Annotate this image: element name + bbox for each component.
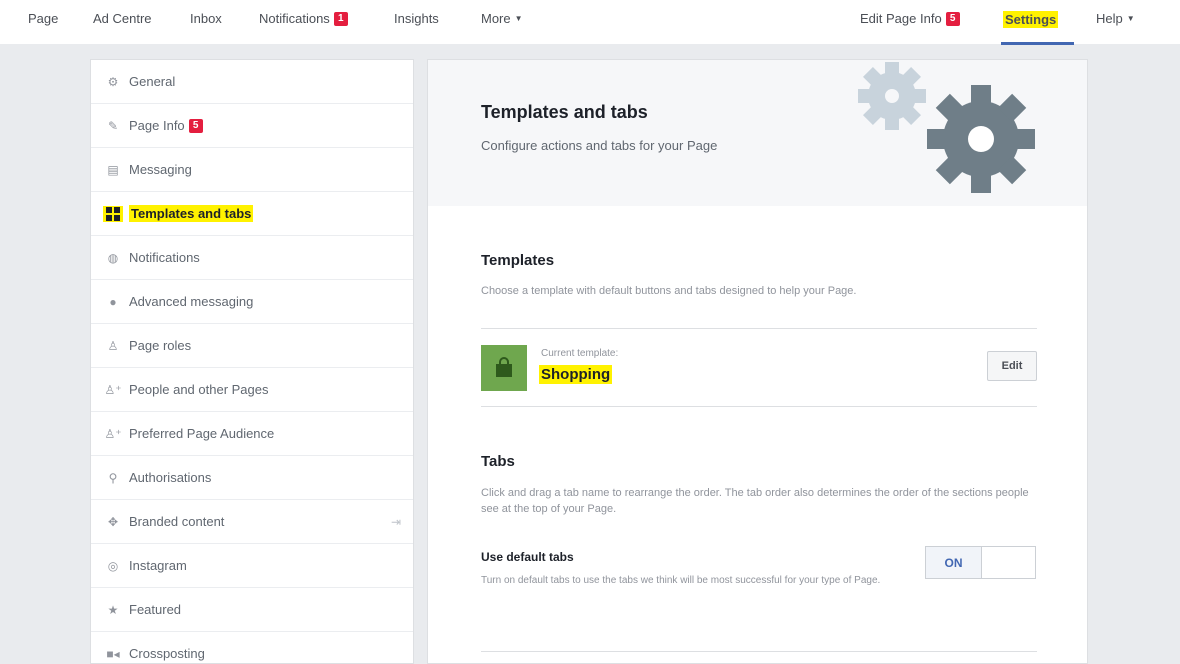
sidebar-item-page-info[interactable]: ✎ Page Info 5 [91, 104, 413, 148]
sidebar-item-instagram[interactable]: ◎ Instagram [91, 544, 413, 588]
sidebar-item-people-and-other-pages[interactable]: ♙⁺ People and other Pages [91, 368, 413, 412]
toggle-state-label: ON [926, 547, 982, 578]
sidebar-item-label: Authorisations [129, 470, 212, 485]
use-default-tabs-toggle[interactable]: ON [925, 546, 1036, 579]
edit-page-info-count-badge: 5 [945, 11, 960, 26]
nav-ad-centre-label: Ad Centre [93, 11, 152, 26]
use-default-tabs-description: Turn on default tabs to use the tabs we … [481, 575, 881, 586]
sidebar-item-label: Preferred Page Audience [129, 426, 275, 441]
use-default-tabs-label: Use default tabs [481, 550, 574, 564]
person-plus-icon: ♙⁺ [104, 426, 122, 441]
page-title: Templates and tabs [481, 102, 648, 122]
chat-bubble-icon: ● [109, 294, 117, 309]
nav-edit-page-info[interactable]: Edit Page Info 5 [860, 11, 960, 26]
nav-insights[interactable]: Insights [394, 11, 439, 26]
sidebar-item-label: General [129, 74, 176, 89]
tabs-section-title: Tabs [481, 453, 515, 470]
current-template-name-wrap: Shopping [539, 365, 613, 384]
nav-inbox-label: Inbox [190, 11, 222, 26]
sidebar-item-messaging[interactable]: ▤ Messaging [91, 148, 413, 192]
sidebar-item-notifications[interactable]: ◍ Notifications [91, 236, 413, 280]
current-template-caption: Current template: [541, 348, 619, 359]
star-icon: ★ [107, 602, 119, 617]
current-template-name: Shopping [539, 365, 613, 384]
tabs-section-description: Click and drag a tab name to rearrange t… [481, 487, 1029, 515]
messaging-icon: ▤ [107, 162, 119, 177]
gear-icon: ⚙ [107, 74, 119, 89]
sidebar-item-label: Featured [129, 602, 182, 617]
handshake-icon: ✥ [107, 514, 119, 529]
video-camera-icon: ■◂ [106, 646, 120, 661]
gear-icon [858, 62, 926, 130]
edit-button-label: Edit [1001, 360, 1023, 372]
nav-help[interactable]: Help ▼ [1096, 11, 1135, 26]
nav-page[interactable]: Page [28, 11, 58, 26]
sidebar-item-label: Notifications [129, 250, 200, 265]
sidebar-item-preferred-page-audience[interactable]: ♙⁺ Preferred Page Audience [91, 412, 413, 456]
sidebar-item-label: Instagram [129, 558, 187, 573]
pencil-icon: ✎ [107, 118, 119, 133]
nav-settings-label: Settings [1003, 11, 1059, 28]
divider [481, 406, 1037, 407]
active-tab-underline [1001, 42, 1074, 45]
page-header: Templates and tabs Configure actions and… [428, 60, 1087, 206]
sidebar-item-label: Templates and tabs [129, 205, 254, 222]
nav-notifications-label: Notifications [259, 11, 330, 26]
sidebar-item-general[interactable]: ⚙ General [91, 60, 413, 104]
divider [481, 651, 1037, 652]
settings-sidebar: ⚙ General ✎ Page Info 5 ▤ Messaging Temp… [90, 59, 414, 664]
page-info-count-badge: 5 [188, 118, 203, 133]
person-icon: ♙ [107, 338, 119, 353]
nav-page-label: Page [28, 11, 59, 26]
nav-settings[interactable]: Settings [1003, 11, 1059, 28]
settings-main-panel: Templates and tabs Configure actions and… [427, 59, 1088, 664]
nav-more[interactable]: More ▼ [481, 11, 523, 26]
sidebar-item-label: Page roles [129, 338, 192, 353]
notifications-count-badge: 1 [333, 11, 348, 26]
edit-template-button[interactable]: Edit [987, 351, 1037, 381]
gear-icon [927, 85, 1035, 193]
templates-section-description: Choose a template with default buttons a… [481, 285, 857, 297]
sidebar-item-authorisations[interactable]: ⚲ Authorisations [91, 456, 413, 500]
wrench-icon: ⚲ [108, 470, 118, 485]
templates-section-title: Templates [481, 252, 555, 269]
nav-more-label: More [481, 11, 511, 26]
globe-icon: ◍ [107, 250, 119, 265]
nav-insights-label: Insights [394, 11, 439, 26]
nav-edit-page-info-label: Edit Page Info [860, 11, 942, 26]
nav-help-label: Help [1096, 11, 1123, 26]
nav-inbox[interactable]: Inbox [190, 11, 222, 26]
nav-ad-centre[interactable]: Ad Centre [93, 11, 152, 26]
sidebar-item-featured[interactable]: ★ Featured [91, 588, 413, 632]
caret-down-icon: ▼ [1126, 14, 1135, 23]
sidebar-item-label: Crossposting [129, 646, 205, 661]
sidebar-item-page-roles[interactable]: ♙ Page roles [91, 324, 413, 368]
sidebar-item-branded-content[interactable]: ✥ Branded content ⇥ [91, 500, 413, 544]
grid-icon [103, 205, 123, 222]
external-link-icon[interactable]: ⇥ [391, 515, 401, 529]
nav-notifications[interactable]: Notifications 1 [259, 11, 348, 26]
sidebar-item-label: Messaging [129, 162, 192, 177]
person-plus-icon: ♙⁺ [104, 382, 122, 397]
sidebar-item-label: People and other Pages [129, 382, 269, 397]
top-navigation-bar: Page Ad Centre Inbox Notifications 1 Ins… [0, 0, 1180, 45]
sidebar-item-label: Branded content [129, 514, 225, 529]
divider [481, 328, 1037, 329]
shopping-bag-icon [496, 357, 512, 377]
sidebar-item-crossposting[interactable]: ■◂ Crossposting [91, 632, 413, 664]
instagram-icon: ◎ [107, 558, 119, 573]
sidebar-item-templates-and-tabs[interactable]: Templates and tabs [91, 192, 413, 236]
sidebar-item-label: Page Info [129, 118, 185, 133]
template-thumbnail [481, 345, 527, 391]
sidebar-item-label: Advanced messaging [129, 294, 254, 309]
sidebar-item-advanced-messaging[interactable]: ● Advanced messaging [91, 280, 413, 324]
caret-down-icon: ▼ [514, 14, 523, 23]
page-subtitle: Configure actions and tabs for your Page [481, 138, 718, 153]
